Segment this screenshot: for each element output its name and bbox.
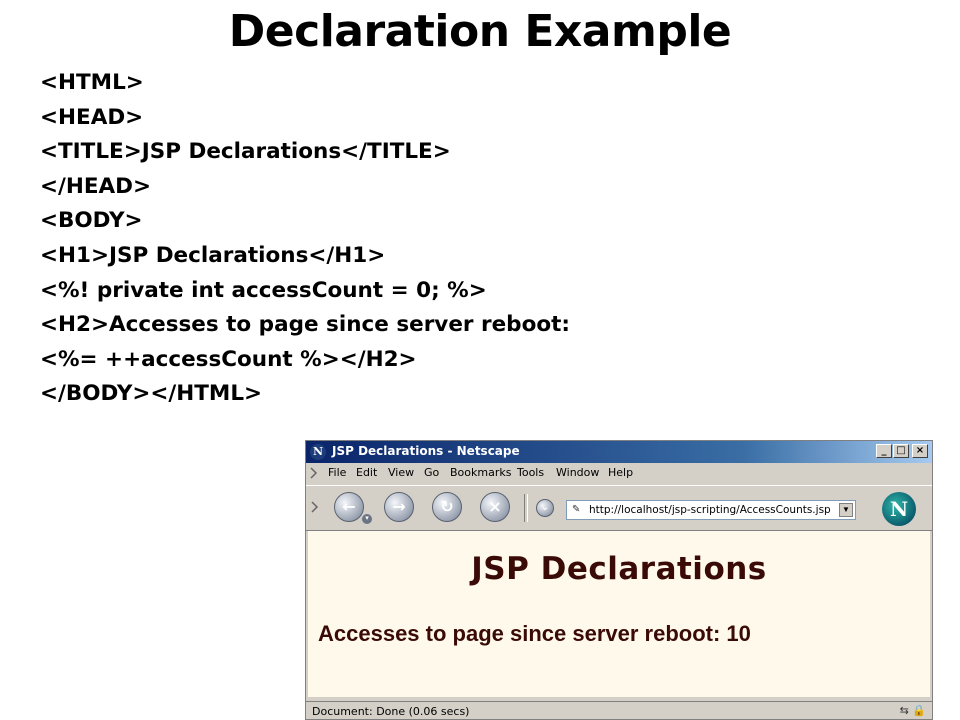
menu-window[interactable]: Window [556, 466, 599, 479]
toolbar-grip-icon[interactable] [310, 492, 320, 522]
status-bar: Document: Done (0.06 secs) ⇆ 🔒 [306, 701, 932, 720]
back-icon[interactable]: ← [334, 492, 364, 522]
menu-help[interactable]: Help [608, 466, 633, 479]
toolbar-grip-icon[interactable] [310, 466, 320, 480]
code-line: <TITLE>JSP Declarations</TITLE> [40, 139, 451, 165]
code-line: <BODY> [40, 208, 143, 234]
forward-icon[interactable]: → [384, 492, 414, 522]
maximize-button[interactable]: □ [893, 444, 909, 458]
window-title: JSP Declarations - Netscape [332, 444, 520, 458]
code-line: <H2>Accesses to page since server reboot… [40, 312, 570, 338]
url-dropdown-icon[interactable]: ▼ [839, 503, 853, 517]
menu-tools[interactable]: Tools [517, 466, 544, 479]
netscape-app-icon: N [310, 444, 326, 460]
stop-icon[interactable]: × [480, 492, 510, 522]
menu-bar: File Edit View Go Bookmarks Tools Window… [306, 463, 932, 483]
toolbar-divider [524, 494, 528, 522]
navigation-toolbar: ← ▾ → ↻ × ⌄ ✎ http://localhost/jsp-scrip… [306, 485, 932, 531]
security-lock-icon[interactable]: ⇆ 🔒 [900, 704, 926, 717]
menu-file[interactable]: File [328, 466, 346, 479]
netscape-logo[interactable]: N [882, 492, 916, 526]
url-field[interactable]: ✎ http://localhost/jsp-scripting/AccessC… [566, 500, 856, 520]
page-content: JSP Declarations Accesses to page since … [308, 531, 930, 697]
reload-icon[interactable]: ↻ [432, 492, 462, 522]
code-line: </BODY></HTML> [40, 381, 263, 407]
code-line: <HEAD> [40, 104, 144, 130]
page-heading: JSP Declarations [471, 551, 767, 587]
code-listing: <HTML> <HEAD> <TITLE>JSP Declarations</T… [40, 66, 570, 412]
status-text: Document: Done (0.06 secs) [312, 705, 470, 718]
search-icon[interactable]: ⌄ [536, 499, 554, 517]
slide-title: Declaration Example [228, 6, 732, 57]
page-proxy-icon[interactable]: ✎ [572, 504, 580, 515]
back-dropdown-icon[interactable]: ▾ [362, 514, 372, 524]
menu-bookmarks[interactable]: Bookmarks [450, 466, 511, 479]
code-line: <%= ++accessCount %></H2> [40, 346, 417, 372]
browser-window: N JSP Declarations - Netscape _ □ × File… [305, 440, 933, 720]
menu-edit[interactable]: Edit [356, 466, 377, 479]
code-line: <%! private int accessCount = 0; %> [40, 277, 487, 303]
url-text: http://localhost/jsp-scripting/AccessCou… [589, 504, 831, 516]
code-line: </HEAD> [40, 173, 152, 199]
code-line: <HTML> [40, 70, 144, 95]
close-button[interactable]: × [912, 444, 928, 458]
menu-view[interactable]: View [388, 466, 414, 479]
minimize-button[interactable]: _ [876, 444, 892, 458]
menu-go[interactable]: Go [424, 466, 439, 479]
code-line: <H1>JSP Declarations</H1> [40, 242, 386, 268]
window-title-bar[interactable]: N JSP Declarations - Netscape _ □ × [306, 441, 932, 463]
access-count-heading: Accesses to page since server reboot: 10 [318, 621, 751, 646]
